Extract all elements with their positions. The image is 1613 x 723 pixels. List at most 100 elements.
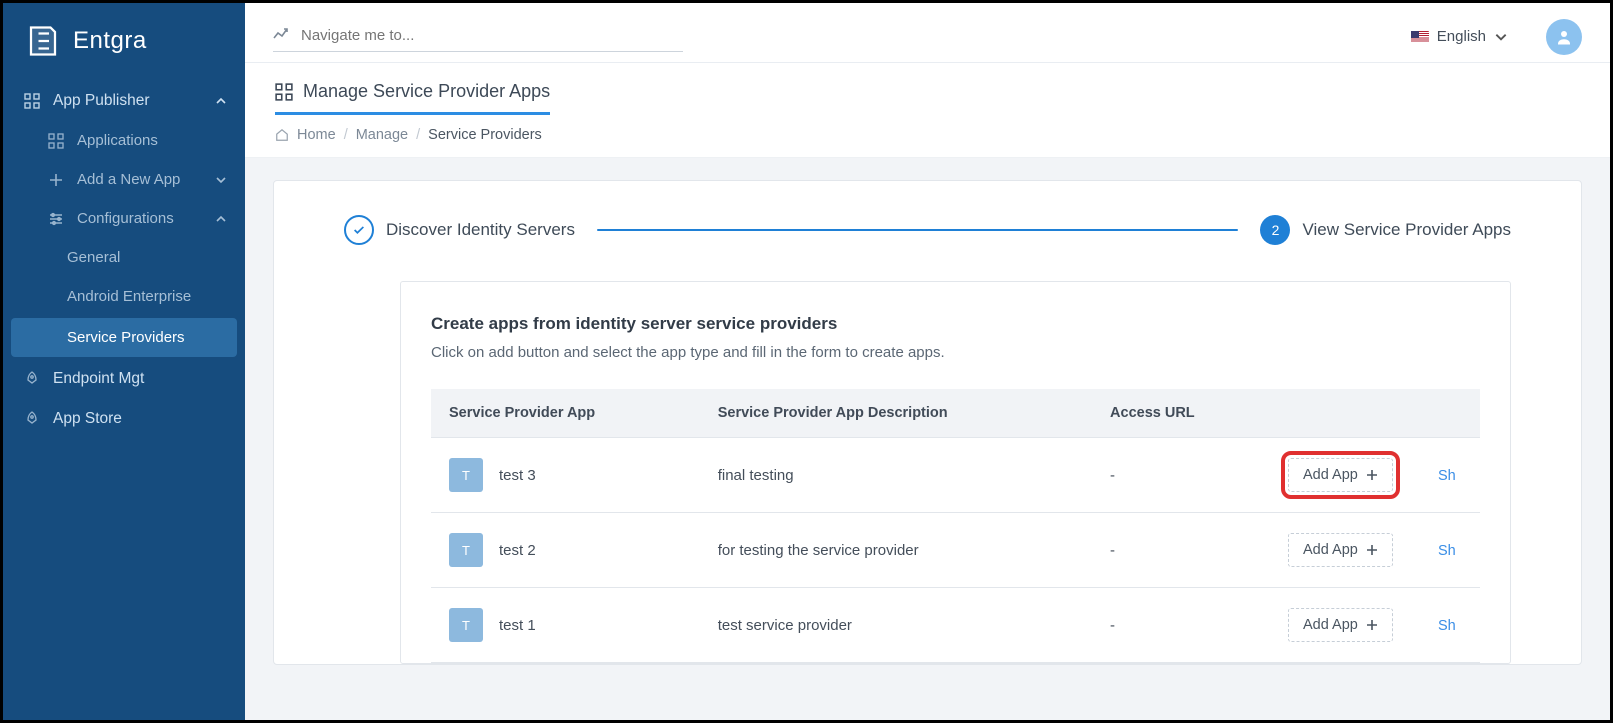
navigate-input[interactable] (299, 26, 683, 45)
breadcrumb-separator: / (344, 127, 348, 143)
table-row: T test 3 final testing - Add App (431, 438, 1480, 513)
app-url: - (1092, 513, 1270, 588)
chevron-down-icon (215, 174, 227, 186)
col-header-show (1420, 389, 1480, 438)
sidebar-item-label: Applications (77, 132, 158, 149)
sidebar-item-service-providers[interactable]: Service Providers (11, 318, 237, 357)
panel-title: Create apps from identity server service… (431, 314, 1480, 334)
brand: Entgra (3, 11, 245, 81)
add-app-label: Add App (1303, 542, 1358, 558)
app-url: - (1092, 588, 1270, 663)
user-icon (1555, 28, 1573, 46)
panel-description: Click on add button and select the app t… (431, 344, 1480, 361)
main: English Manage Service Provider Apps (245, 3, 1610, 720)
table-row: T test 2 for testing the service provide… (431, 513, 1480, 588)
chevron-up-icon (215, 95, 227, 107)
user-avatar[interactable] (1546, 19, 1582, 55)
sidebar-item-label: Endpoint Mgt (53, 370, 144, 388)
sidebar-item-configurations[interactable]: Configurations (3, 199, 245, 238)
breadcrumb-separator: / (416, 127, 420, 143)
plus-icon (47, 172, 65, 188)
col-header-name: Service Provider App (431, 389, 700, 438)
home-icon (275, 128, 289, 142)
app-desc: test service provider (700, 588, 1092, 663)
language-selector[interactable]: English (1411, 28, 1508, 45)
service-provider-table: Service Provider App Service Provider Ap… (431, 389, 1480, 663)
plus-icon (1366, 469, 1378, 481)
rocket-icon (23, 411, 41, 427)
panel: Create apps from identity server service… (400, 281, 1511, 664)
trend-icon (273, 27, 289, 43)
step-label: View Service Provider Apps (1302, 220, 1511, 240)
breadcrumb: Home / Manage / Service Providers (275, 127, 1580, 143)
chevron-down-icon (1494, 30, 1508, 44)
app-frame: Entgra App Publisher Applications (0, 0, 1613, 723)
grid-icon (275, 83, 293, 101)
app-badge: T (449, 533, 483, 567)
chevron-up-icon (215, 213, 227, 225)
sidebar-item-applications[interactable]: Applications (3, 121, 245, 160)
step-connector (597, 229, 1239, 231)
sidebar-item-add-new-app[interactable]: Add a New App (3, 160, 245, 199)
sidebar-item-general[interactable]: General (3, 238, 245, 277)
sidebar-item-label: App Publisher (53, 92, 150, 110)
app-cell: T test 1 (449, 608, 682, 642)
add-app-label: Add App (1303, 617, 1358, 633)
brand-name: Entgra (73, 27, 147, 55)
breadcrumb-manage[interactable]: Manage (356, 127, 408, 143)
step-number-badge: 2 (1260, 215, 1290, 245)
app-cell: T test 2 (449, 533, 682, 567)
show-link[interactable]: Sh (1438, 543, 1456, 559)
show-link[interactable]: Sh (1438, 618, 1456, 634)
topbar: English (245, 3, 1610, 63)
sidebar-item-android-enterprise[interactable]: Android Enterprise (3, 277, 245, 316)
card: Discover Identity Servers 2 View Service… (273, 180, 1582, 665)
sidebar-item-label: App Store (53, 410, 122, 428)
app-name: test 2 (499, 542, 536, 559)
content: Discover Identity Servers 2 View Service… (245, 158, 1610, 720)
app-badge: T (449, 458, 483, 492)
step-view-apps[interactable]: 2 View Service Provider Apps (1260, 215, 1511, 245)
sidebar-item-app-store[interactable]: App Store (3, 399, 245, 439)
step-discover[interactable]: Discover Identity Servers (344, 215, 575, 245)
sidebar-item-endpoint-mgt[interactable]: Endpoint Mgt (3, 359, 245, 399)
sidebar-item-label: General (67, 249, 120, 266)
sidebar-item-label: Android Enterprise (67, 288, 191, 305)
sidebar: Entgra App Publisher Applications (3, 3, 245, 720)
app-url: - (1092, 438, 1270, 513)
add-app-button[interactable]: Add App (1288, 608, 1393, 642)
grid-small-icon (47, 133, 65, 149)
language-label: English (1437, 28, 1486, 45)
page-header: Manage Service Provider Apps Home / Mana… (245, 63, 1610, 158)
app-cell: T test 3 (449, 458, 682, 492)
sidebar-item-label: Configurations (77, 210, 174, 227)
brand-logo-icon (25, 23, 61, 59)
table-header-row: Service Provider App Service Provider Ap… (431, 389, 1480, 438)
sliders-icon (47, 211, 65, 227)
step-label: Discover Identity Servers (386, 220, 575, 240)
col-header-desc: Service Provider App Description (700, 389, 1092, 438)
sidebar-item-app-publisher[interactable]: App Publisher (3, 81, 245, 121)
add-app-button[interactable]: Add App (1288, 533, 1393, 567)
plus-icon (1366, 619, 1378, 631)
app-name: test 3 (499, 467, 536, 484)
page-title: Manage Service Provider Apps (275, 81, 550, 115)
breadcrumb-home[interactable]: Home (297, 127, 336, 143)
app-badge: T (449, 608, 483, 642)
table-row: T test 1 test service provider - Add App (431, 588, 1480, 663)
sidebar-nav: App Publisher Applications Add a New App (3, 81, 245, 439)
app-desc: final testing (700, 438, 1092, 513)
sidebar-item-label: Add a New App (77, 171, 180, 188)
rocket-icon (23, 371, 41, 387)
app-name: test 1 (499, 617, 536, 634)
add-app-button[interactable]: Add App (1288, 458, 1393, 492)
col-header-action (1270, 389, 1420, 438)
show-link[interactable]: Sh (1438, 468, 1456, 484)
steps: Discover Identity Servers 2 View Service… (344, 215, 1511, 245)
add-app-label: Add App (1303, 467, 1358, 483)
page-title-text: Manage Service Provider Apps (303, 81, 550, 102)
navigate-search[interactable] (273, 22, 683, 52)
breadcrumb-current: Service Providers (428, 127, 542, 143)
grid-icon (23, 93, 41, 109)
flag-us-icon (1411, 31, 1429, 43)
